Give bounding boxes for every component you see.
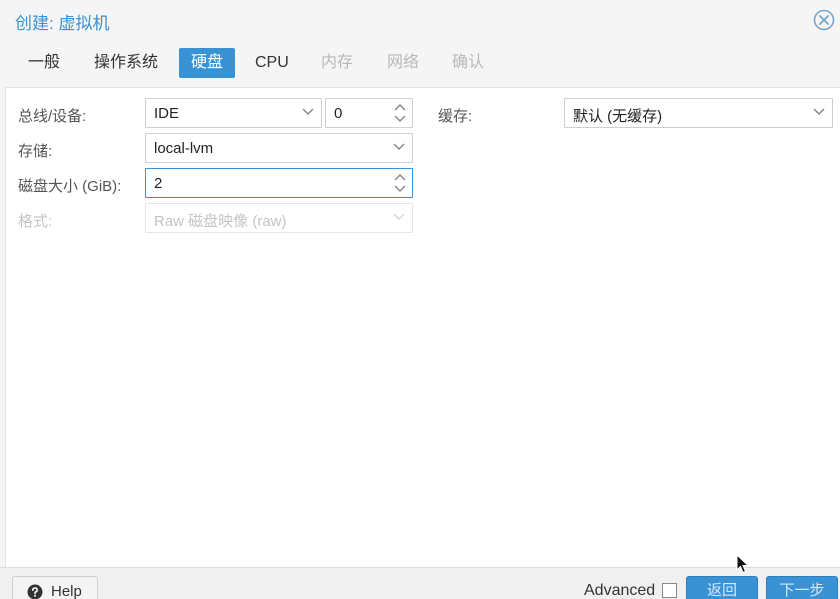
bus-select[interactable]: IDE [145,98,322,128]
tab-os[interactable]: 操作系统 [82,48,170,78]
chevron-down-icon [393,143,405,151]
cache-label: 缓存: [438,108,473,125]
format-label: 格式: [18,213,53,230]
chevron-down-icon [393,213,405,221]
cache-value: 默认 (无缓存) [573,108,663,125]
create-vm-dialog: 创建: 虚拟机 一般 操作系统 硬盘 CPU 内存 网络 确认 总线/设备: I… [0,0,840,599]
storage-dropdown-trigger[interactable] [388,134,412,162]
close-button[interactable] [813,9,835,31]
advanced-checkbox[interactable] [662,583,677,598]
spinner-arrows-icon[interactable] [388,99,412,127]
chevron-down-icon [302,108,314,116]
tab-network: 网络 [387,54,420,71]
format-dropdown-trigger [388,204,412,232]
cache-select[interactable]: 默认 (无缓存) [564,98,833,128]
spin-down-icon[interactable] [393,113,407,125]
spinner-arrows-icon[interactable] [388,169,412,197]
storage-value: local-lvm [154,140,214,157]
device-index-value: 0 [334,105,343,122]
advanced-label: Advanced [584,582,656,599]
cache-dropdown-trigger[interactable] [808,99,832,127]
title-bar: 创建: 虚拟机 [0,0,840,40]
storage-select[interactable]: local-lvm [145,133,413,163]
bus-device-label: 总线/设备: [18,108,87,125]
spin-up-icon[interactable] [393,171,407,183]
close-circle-icon [813,9,835,31]
bus-value: IDE [154,105,180,122]
dialog-title: 创建: 虚拟机 [15,14,110,33]
tab-hard-disk[interactable]: 硬盘 [179,48,236,78]
disk-size-value: 2 [154,175,163,192]
tab-cpu[interactable]: CPU [243,48,301,78]
chevron-down-icon [813,108,825,116]
format-value: Raw 磁盘映像 (raw) [154,213,287,230]
tab-general[interactable]: 一般 [16,48,72,78]
question-circle-icon [27,584,43,599]
spin-up-icon[interactable] [393,101,407,113]
storage-label: 存储: [18,143,53,160]
format-select: Raw 磁盘映像 (raw) [145,203,413,233]
disk-size-label: 磁盘大小 (GiB): [18,178,122,195]
spin-down-icon[interactable] [393,183,407,195]
dialog-footer: Help Advanced 返回 下一步 [0,567,840,599]
mouse-cursor-icon [736,554,750,574]
next-button[interactable]: 下一步 [766,576,838,599]
wizard-tabs: 一般 操作系统 硬盘 CPU 内存 网络 确认 [0,40,840,86]
hard-disk-panel: 总线/设备: IDE 0 缓存: 默认 (无缓存) 存储: local-lvm [5,87,840,567]
back-button[interactable]: 返回 [686,576,758,599]
help-label: Help [51,583,82,599]
tab-memory: 内存 [321,54,354,71]
disk-size-input[interactable]: 2 [145,168,413,198]
bus-dropdown-trigger[interactable] [297,99,321,127]
help-button[interactable]: Help [12,576,98,599]
device-index-spinner[interactable]: 0 [325,98,413,128]
tab-confirm: 确认 [452,54,485,71]
